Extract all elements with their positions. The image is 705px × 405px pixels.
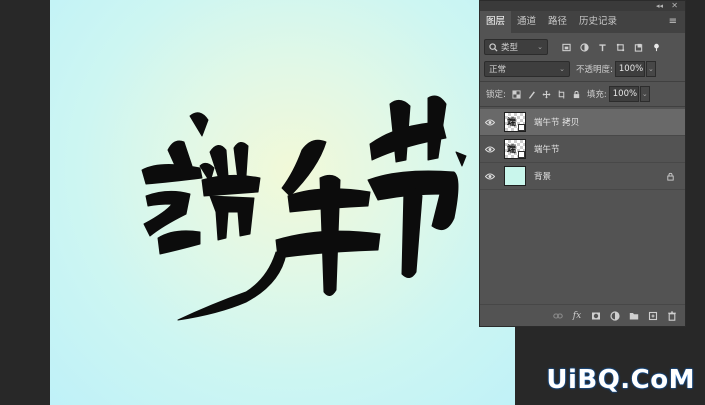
fill-label: 填充: [586,90,607,100]
folder-icon[interactable] [629,311,639,321]
fill-input[interactable]: 100% [608,86,639,102]
layer-row-duanwu-copy[interactable]: 端 端午节 拷贝 [480,109,685,136]
filter-toggle-icon[interactable] [652,43,661,52]
lock-image-pixels-icon[interactable] [527,90,536,99]
smart-object-badge-icon [518,124,525,131]
tab-layers[interactable]: 图层 [480,11,512,33]
chevron-down-icon: ⌄ [559,65,565,73]
search-icon [489,42,498,52]
fx-icon[interactable]: fx [572,311,582,321]
pixel-layer-filter-icon[interactable] [562,43,571,52]
smart-object-filter-icon[interactable] [634,43,643,52]
layer-name[interactable]: 背景 [534,170,551,182]
site-watermark: UiBQ.CoM [546,365,695,395]
lock-label: 锁定: [486,90,506,100]
lock-position-icon[interactable] [542,89,551,99]
tab-channels[interactable]: 通道 [511,11,542,33]
opacity-dropdown-icon[interactable]: ⌄ [645,61,656,77]
visibility-eye-icon[interactable] [485,146,495,153]
blend-opacity-row: 正常 ⌄ 不透明度: 100% ⌄ [480,58,685,80]
visibility-eye-icon[interactable] [485,173,495,180]
fill-dropdown-icon[interactable]: ⌄ [639,86,650,102]
layer-thumbnail: 端 [504,112,526,132]
tab-paths[interactable]: 路径 [542,11,573,33]
link-icon[interactable] [553,311,563,321]
chevron-down-icon: ⌄ [537,43,543,51]
adjustment-layer-filter-icon[interactable] [580,42,589,52]
layer-thumbnail [504,166,526,186]
thumbnail-glyph: 端 [507,145,517,155]
opacity-input[interactable]: 100% [614,61,645,77]
adjustment-icon[interactable] [610,310,620,321]
lock-all-icon[interactable] [572,90,581,99]
layer-row-background[interactable]: 背景 [480,163,685,190]
layers-panel: ◂◂ ✕ 图层 通道 路径 历史记录 ≡ 类型 ⌄ 正常 ⌄ 不透明度: 100… [479,0,686,327]
panel-menu-icon[interactable]: ≡ [669,11,677,33]
collapse-panel-icon[interactable]: ◂◂ [656,1,663,11]
layer-thumbnail: 端 [504,139,526,159]
filter-type-label: 类型 [501,43,519,53]
lock-fill-row: 锁定: 填充: 100% ⌄ [480,83,685,105]
lock-transparent-pixels-icon[interactable] [512,89,521,99]
trash-icon[interactable] [667,311,677,321]
document-canvas[interactable] [50,0,515,405]
layer-lock-icon [667,172,674,181]
blend-mode-value: 正常 [489,65,507,75]
panel-bottom-toolbar: fx [480,304,685,326]
lock-artboard-icon[interactable] [557,89,566,99]
layer-name[interactable]: 端午节 [534,143,560,155]
divider [480,81,685,82]
mask-icon[interactable] [591,311,601,321]
blend-mode-select[interactable]: 正常 ⌄ [484,61,570,77]
layer-name[interactable]: 端午节 拷贝 [534,116,579,128]
panel-title-bar: ◂◂ ✕ [480,1,685,11]
smart-object-badge-icon [518,151,525,158]
layer-filter-row: 类型 ⌄ [480,36,685,58]
tab-history[interactable]: 历史记录 [573,11,623,33]
calligraphy-artwork [141,95,467,321]
filter-type-select[interactable]: 类型 ⌄ [484,39,548,55]
panel-tabs: 图层 通道 路径 历史记录 ≡ [480,11,685,33]
divider [480,106,685,107]
shape-layer-filter-icon[interactable] [616,43,625,52]
visibility-eye-icon[interactable] [485,119,495,126]
close-panel-icon[interactable]: ✕ [671,1,678,11]
layers-list: 端 端午节 拷贝 端 端午节 背景 [480,109,685,190]
opacity-label: 不透明度: [576,65,613,75]
type-layer-filter-icon[interactable] [598,43,607,52]
thumbnail-glyph: 端 [507,118,517,128]
new-layer-icon[interactable] [648,311,658,321]
layer-row-duanwu[interactable]: 端 端午节 [480,136,685,163]
